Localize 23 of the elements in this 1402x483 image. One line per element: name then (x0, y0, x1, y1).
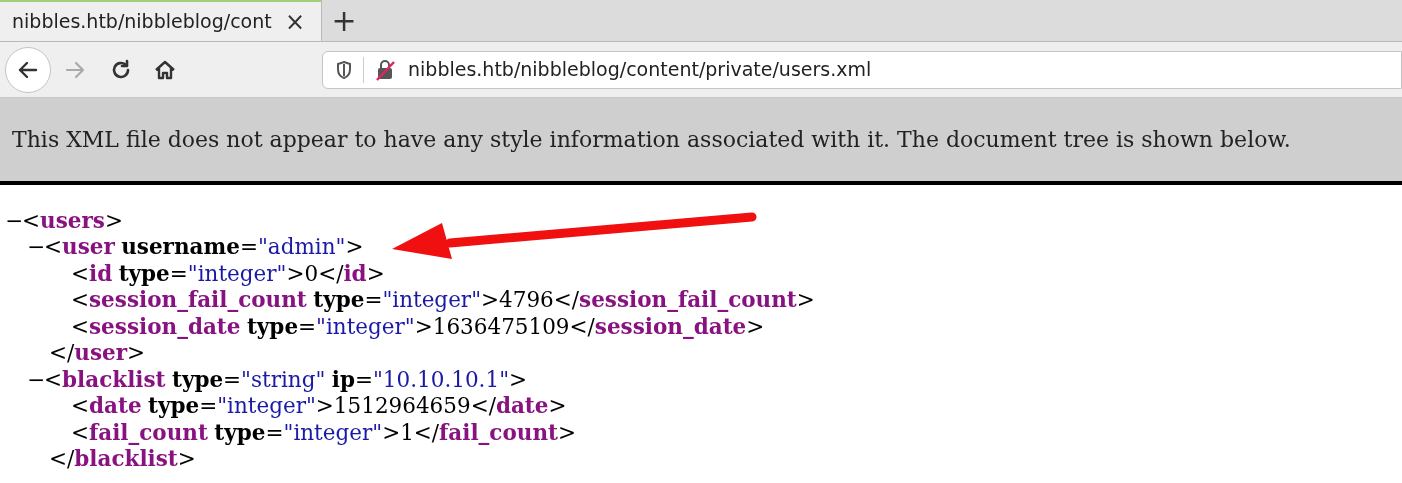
xml-line: <fail_count type="integer">1</fail_count> (71, 421, 576, 443)
collapse-toggle[interactable]: − (27, 368, 44, 390)
xml-line: <date type="integer">1512964659</date> (71, 395, 567, 417)
tab-title: nibbles.htb/nibbleblog/cont (12, 9, 273, 35)
new-tab-button[interactable]: + (322, 0, 366, 41)
xml-line: <blacklist type="string" ip="10.10.10.1"> (44, 368, 528, 390)
xml-line: </blacklist> (49, 448, 196, 470)
shield-icon[interactable] (335, 59, 353, 80)
xml-line: <session_fail_count type="integer">4796</session_fail_count> (71, 289, 815, 311)
info-message: This XML file does not appear to have any style information associated with it. The document tree is shown below. (12, 126, 1291, 154)
address-bar[interactable]: nibbles.htb/nibbleblog/content/private/users.xml (322, 50, 1402, 89)
url-text: nibbles.htb/nibbleblog/content/private/users.xml (408, 57, 872, 83)
xml-line: <session_date type="integer">1636475109</session_date> (71, 315, 765, 337)
insecure-lock-icon[interactable] (374, 58, 396, 81)
xml-line: <user username="admin"> (44, 236, 364, 258)
browser-tab[interactable]: nibbles.htb/nibbleblog/cont × (0, 0, 322, 41)
xml-line: <users> (22, 209, 123, 231)
back-button[interactable] (5, 46, 51, 93)
xml-line: </user> (49, 342, 146, 364)
collapse-toggle[interactable]: − (5, 209, 22, 231)
collapse-toggle[interactable]: − (27, 236, 44, 258)
xml-line: <id type="integer">0</id> (71, 262, 385, 284)
close-tab-button[interactable]: × (280, 9, 309, 34)
